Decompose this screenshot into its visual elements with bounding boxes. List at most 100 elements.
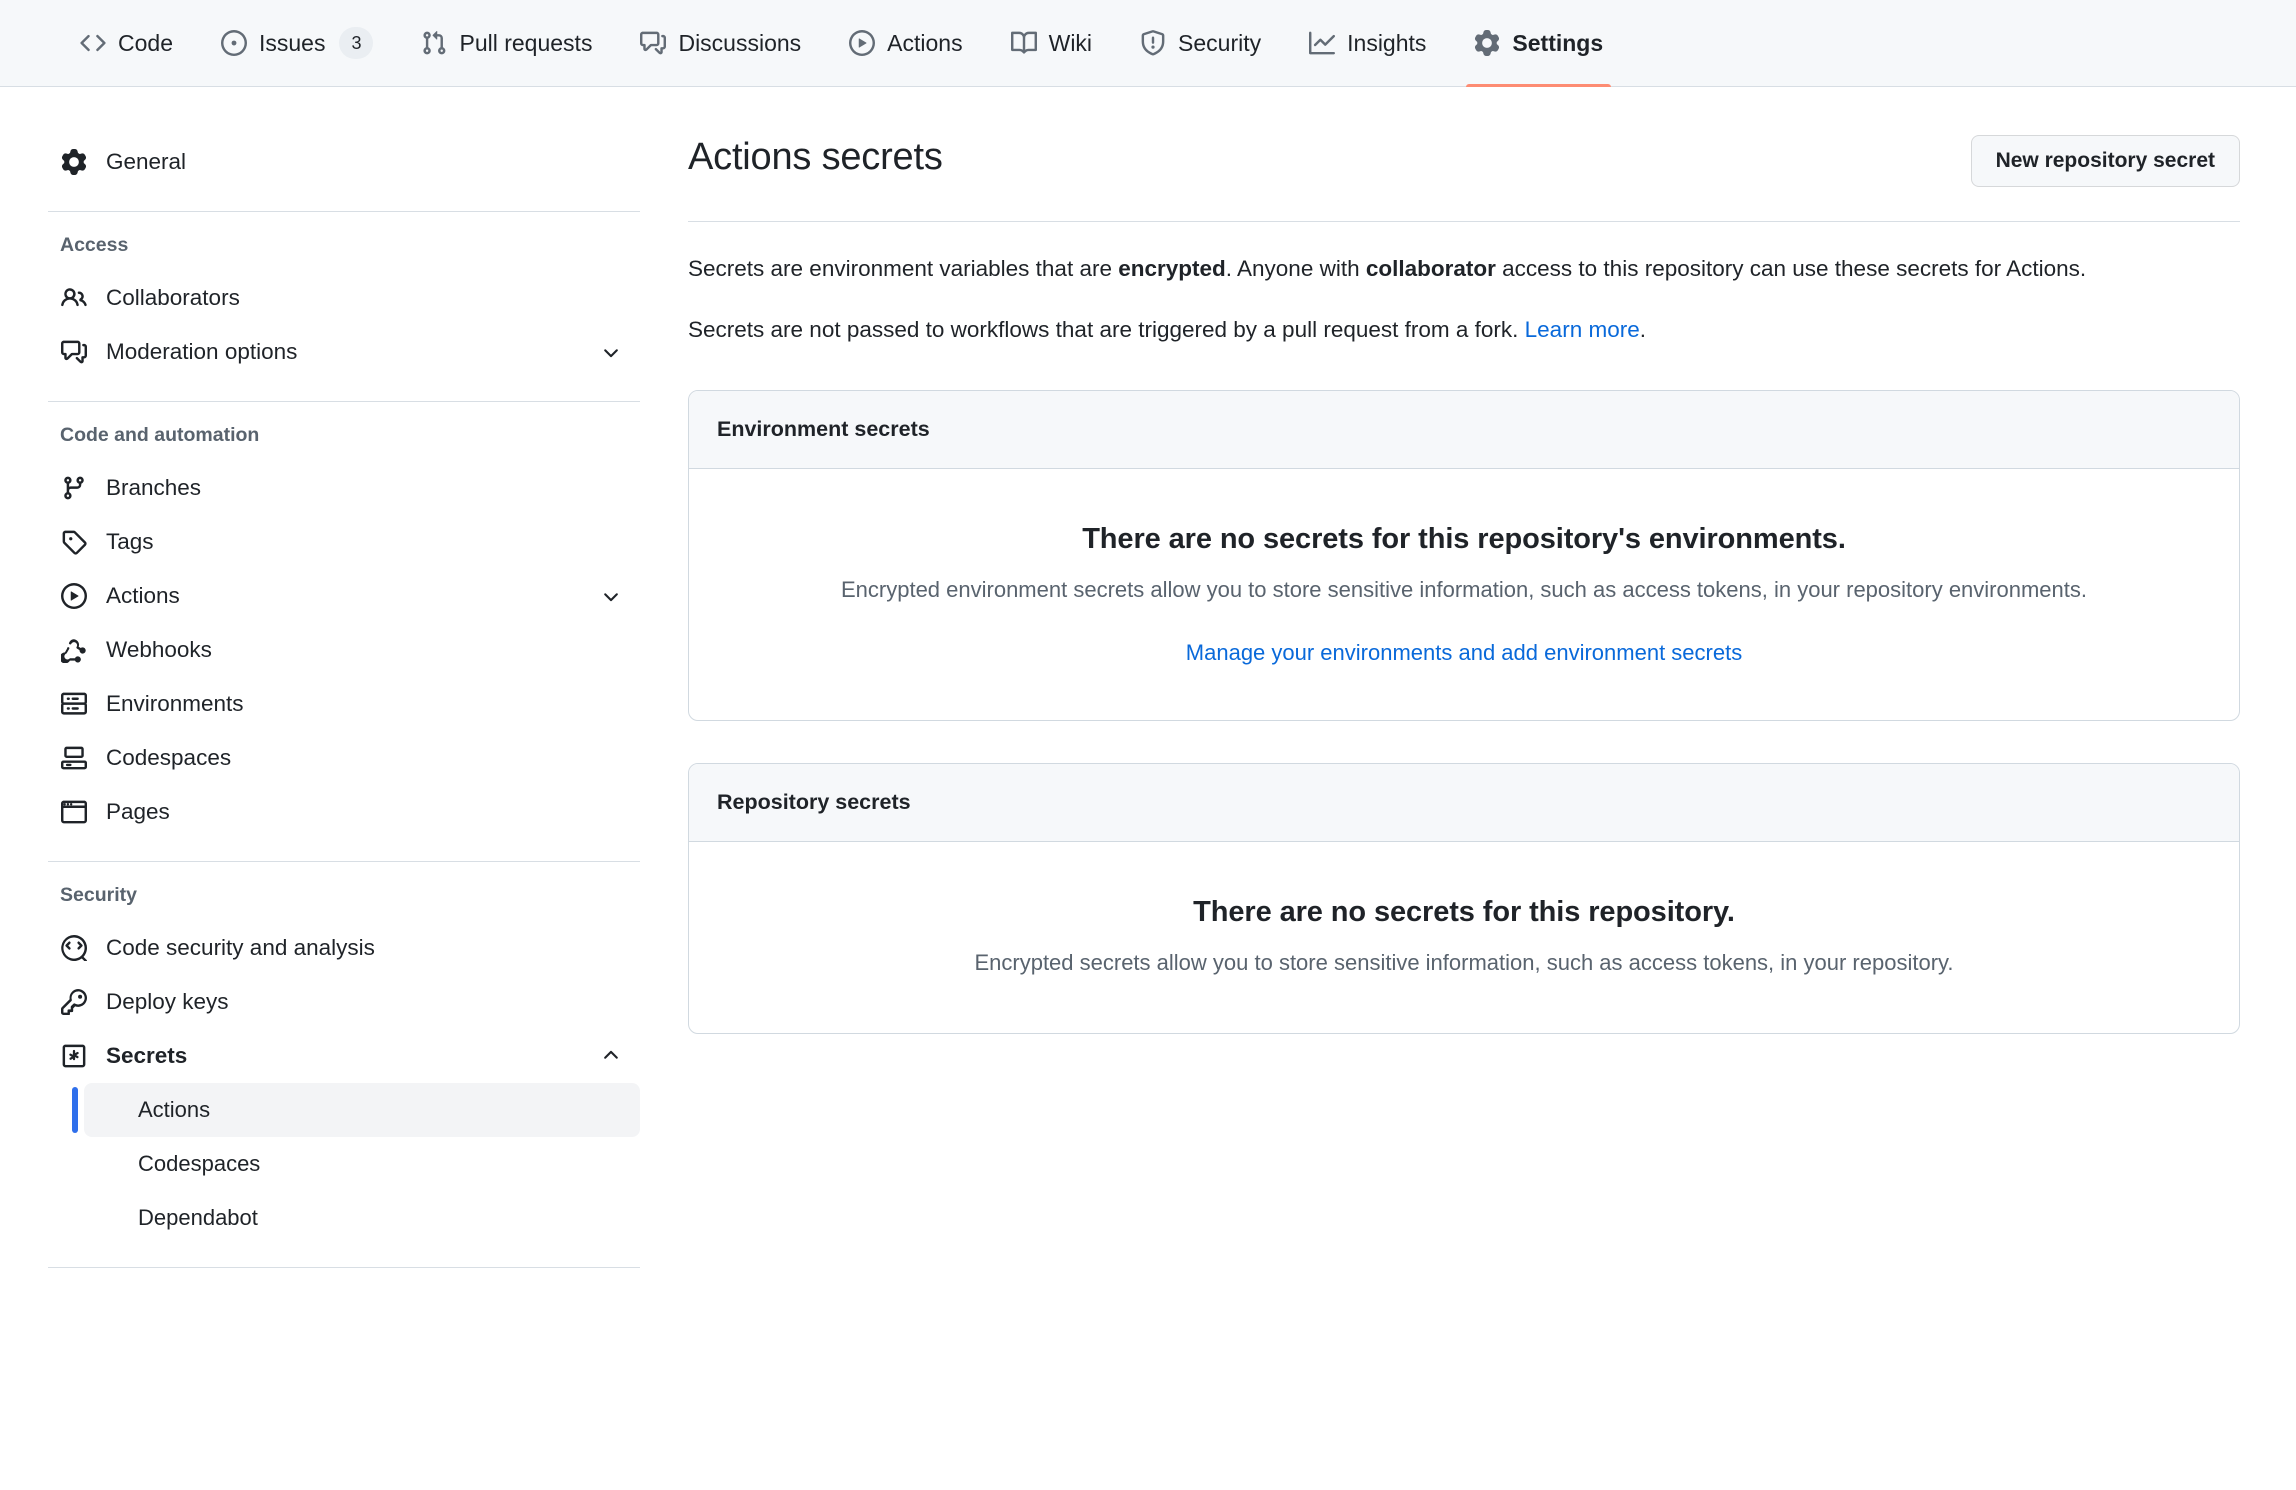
sidebar-item-label: Collaborators bbox=[106, 285, 240, 310]
repository-secrets-blank-title: There are no secrets for this repository… bbox=[1193, 895, 1735, 928]
repo-nav-item-pull-requests[interactable]: Pull requests bbox=[397, 0, 616, 86]
git-pull-request-icon bbox=[421, 30, 447, 56]
repo-nav-item-label: Pull requests bbox=[459, 29, 593, 56]
settings-sidebar-inner: General Access Collaborators Moderation opt… bbox=[48, 135, 640, 1268]
tag-icon bbox=[60, 529, 88, 555]
git-branch-icon bbox=[60, 475, 88, 501]
learn-more-link[interactable]: Learn more bbox=[1525, 317, 1640, 342]
sidebar-item-pages[interactable]: Pages bbox=[48, 785, 640, 839]
sidebar-item-deploy-keys[interactable]: Deploy keys bbox=[48, 975, 640, 1029]
sidebar-item-label: Deploy keys bbox=[106, 989, 229, 1014]
repo-nav-item-label: Issues bbox=[258, 29, 326, 56]
sidebar-item-secrets[interactable]: Secrets bbox=[48, 1029, 640, 1083]
environment-secrets-header: Environment secrets bbox=[689, 390, 2239, 469]
sidebar-item-label: Tags bbox=[106, 529, 154, 554]
chevron-down-icon[interactable] bbox=[600, 341, 626, 363]
new-repository-secret-button[interactable]: New repository secret bbox=[1970, 135, 2240, 187]
repo-nav-item-count-badge: 3 bbox=[339, 27, 374, 59]
sidebar-divider bbox=[48, 861, 640, 862]
codescan-icon bbox=[60, 935, 88, 961]
repo-nav-item-actions[interactable]: Actions bbox=[825, 0, 986, 86]
environment-secrets-body: There are no secrets for this repository… bbox=[689, 469, 2239, 720]
intro-p1-part2: . Anyone with bbox=[1225, 256, 1366, 281]
play-icon bbox=[60, 583, 88, 609]
shield-icon bbox=[1140, 30, 1166, 56]
sidebar-subitem-label: Dependabot bbox=[138, 1205, 258, 1230]
repo-nav-item-insights[interactable]: Insights bbox=[1285, 0, 1450, 86]
browser-icon bbox=[60, 799, 88, 825]
sidebar-item-label: Environments bbox=[106, 691, 244, 716]
environment-secrets-blank-title: There are no secrets for this repository… bbox=[1082, 522, 1846, 555]
environment-secrets-blank-desc: Encrypted environment secrets allow you … bbox=[840, 576, 2088, 602]
sidebar-subitem-secrets-actions[interactable]: Actions bbox=[72, 1083, 640, 1137]
repo-nav-item-security[interactable]: Security bbox=[1116, 0, 1285, 86]
chevron-up-icon[interactable] bbox=[600, 1045, 626, 1067]
sidebar-item-environments[interactable]: Environments bbox=[48, 677, 640, 731]
repo-nav-item-label: Security bbox=[1178, 29, 1262, 56]
repo-nav-item-discussions[interactable]: Discussions bbox=[616, 0, 825, 86]
repo-nav-item-label: Discussions bbox=[678, 29, 802, 56]
repo-nav-item-code[interactable]: Code bbox=[56, 0, 197, 86]
sidebar-item-code-security-and-analysis[interactable]: Code security and analysis bbox=[48, 921, 640, 975]
repo-nav-item-label: Code bbox=[118, 29, 173, 56]
sidebar-item-label: Webhooks bbox=[106, 637, 212, 662]
sidebar-group-title-code-and-automation: Code and automation bbox=[60, 424, 260, 446]
sidebar-item-label: Branches bbox=[106, 475, 202, 500]
repo-nav: Code Issues 3 Pull requests Discussions Actio… bbox=[0, 0, 2296, 87]
sidebar-subitem-label: Actions bbox=[138, 1097, 211, 1122]
repo-nav-item-label: Wiki bbox=[1048, 29, 1093, 56]
sidebar-subitem-label: Codespaces bbox=[138, 1151, 261, 1176]
secrets-asterisk-icon bbox=[60, 1043, 88, 1069]
sidebar-subitem-secrets-dependabot[interactable]: Dependabot bbox=[84, 1191, 640, 1245]
sidebar-item-collaborators[interactable]: Collaborators bbox=[48, 271, 640, 325]
sidebar-item-general[interactable]: General bbox=[48, 135, 640, 189]
intro-paragraph-1: Secrets are environment variables that a… bbox=[688, 252, 2188, 287]
repository-secrets-blank-desc: Encrypted secrets allow you to store sen… bbox=[974, 949, 1954, 975]
code-icon bbox=[80, 30, 106, 56]
intro-p1-bold-collaborator: collaborator bbox=[1365, 256, 1496, 281]
sidebar-group-title-security: Security bbox=[60, 884, 137, 906]
sidebar-item-label: Secrets bbox=[106, 1043, 188, 1068]
manage-environments-link[interactable]: Manage your environments and add environ… bbox=[1186, 640, 1742, 666]
gear-icon bbox=[60, 149, 88, 175]
sidebar-divider bbox=[48, 401, 640, 402]
play-icon bbox=[849, 30, 876, 56]
sidebar-divider bbox=[48, 211, 640, 212]
repo-nav-list: Code Issues 3 Pull requests Discussions Actio… bbox=[56, 0, 1627, 87]
repo-nav-item-label: Insights bbox=[1347, 29, 1427, 56]
sidebar-item-label: Codespaces bbox=[106, 745, 232, 770]
intro-text-block: Secrets are environment variables that a… bbox=[688, 222, 2240, 348]
intro-p1-part3: access to this repository can use these … bbox=[1495, 256, 2087, 281]
sidebar-item-codespaces[interactable]: Codespaces bbox=[48, 731, 640, 785]
graph-icon bbox=[1309, 30, 1336, 56]
sidebar-item-webhooks[interactable]: Webhooks bbox=[48, 623, 640, 677]
main-header: Actions secrets New repository secret bbox=[688, 135, 2240, 222]
sidebar-divider bbox=[48, 1267, 640, 1268]
repo-nav-item-wiki[interactable]: Wiki bbox=[987, 0, 1116, 86]
sidebar-item-moderation-options[interactable]: Moderation options bbox=[48, 325, 640, 379]
sidebar-item-tags[interactable]: Tags bbox=[48, 515, 640, 569]
codespaces-icon bbox=[60, 745, 88, 771]
issue-opened-icon bbox=[220, 30, 247, 56]
page-title: Actions secrets bbox=[688, 136, 943, 178]
sidebar-item-label: Pages bbox=[106, 799, 170, 824]
sidebar-item-label: Moderation options bbox=[106, 339, 298, 364]
server-icon bbox=[60, 691, 88, 717]
sidebar-subitem-secrets-codespaces[interactable]: Codespaces bbox=[84, 1137, 640, 1191]
intro-p1-part1: Secrets are environment variables that a… bbox=[688, 256, 1119, 281]
repository-secrets-body: There are no secrets for this repository… bbox=[689, 842, 2239, 1033]
people-icon bbox=[60, 285, 88, 311]
comment-discussion-icon bbox=[60, 339, 88, 365]
sidebar-item-branches[interactable]: Branches bbox=[48, 461, 640, 515]
repo-nav-item-label: Settings bbox=[1512, 29, 1604, 56]
repo-nav-item-settings[interactable]: Settings bbox=[1450, 0, 1627, 87]
sidebar-item-actions[interactable]: Actions bbox=[48, 569, 640, 623]
main-content: Actions secrets New repository secret Se… bbox=[640, 87, 2296, 1290]
chevron-down-icon[interactable] bbox=[600, 585, 626, 607]
repo-nav-item-label: Actions bbox=[887, 29, 963, 56]
gear-icon bbox=[1474, 30, 1500, 56]
repo-nav-item-issues[interactable]: Issues 3 bbox=[197, 0, 398, 86]
environment-secrets-panel: Environment secrets There are no secrets… bbox=[688, 389, 2240, 721]
repository-secrets-header: Repository secrets bbox=[689, 763, 2239, 842]
sidebar-item-label: Code security and analysis bbox=[106, 935, 375, 960]
